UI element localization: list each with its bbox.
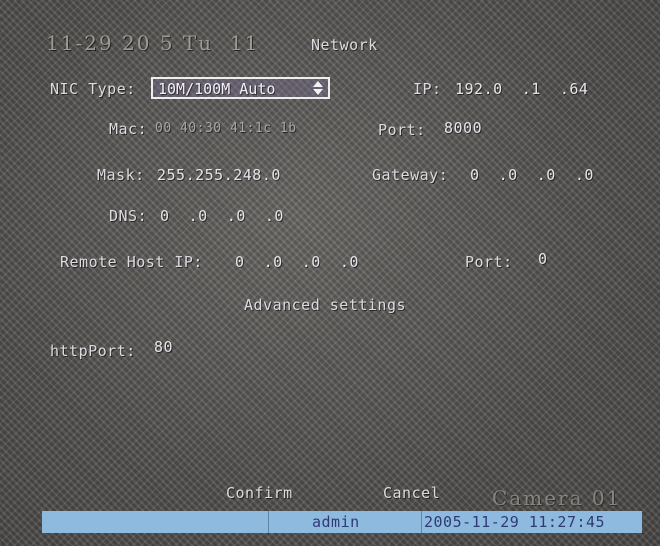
- remote-port-label: Port:: [465, 253, 513, 271]
- status-user: admin: [312, 513, 360, 531]
- dvr-screen: 11-29 20 5 Tu 11 Network NIC Type: 10M/1…: [0, 0, 660, 546]
- status-bar: admin 2005-11-29 11:27:45: [42, 511, 642, 533]
- confirm-button[interactable]: Confirm: [226, 484, 293, 502]
- datetime-overlay-ghost: 11-29 20 5 Tu 11: [46, 31, 260, 55]
- port-field[interactable]: 8000: [444, 119, 482, 137]
- remote-host-ip-label: Remote Host IP:: [60, 253, 203, 271]
- window-title: Network: [311, 36, 378, 54]
- gateway-field[interactable]: 0 .0 .0 .0: [470, 166, 594, 184]
- mac-value: 00 40:30 41:1c 1b: [155, 121, 297, 136]
- mac-label: Mac:: [109, 120, 148, 138]
- nic-type-select[interactable]: 10M/100M Auto: [151, 77, 330, 99]
- ip-label: IP:: [413, 80, 442, 98]
- ip-field[interactable]: 192.0 .1 .64: [455, 80, 588, 98]
- http-port-field[interactable]: 80: [154, 338, 173, 356]
- status-datetime: 2005-11-29 11:27:45: [424, 513, 606, 531]
- mask-field[interactable]: 255.255.248.0: [157, 166, 281, 184]
- gateway-label: Gateway:: [372, 166, 449, 184]
- status-bar-divider: [421, 511, 422, 533]
- remote-port-field[interactable]: 0: [538, 250, 548, 268]
- nic-type-label: NIC Type:: [50, 80, 136, 98]
- status-bar-divider: [268, 511, 269, 533]
- nic-type-value: 10M/100M Auto: [158, 80, 276, 98]
- camera-name-overlay-ghost: Camera 01: [492, 486, 622, 510]
- http-port-label: httpPort:: [50, 342, 136, 360]
- up-down-arrows-icon[interactable]: [312, 81, 324, 95]
- port-label: Port:: [378, 121, 426, 139]
- mask-label: Mask:: [97, 166, 145, 184]
- dns-label: DNS:: [109, 207, 148, 225]
- advanced-settings-link[interactable]: Advanced settings: [244, 296, 406, 314]
- remote-host-ip-field[interactable]: 0 .0 .0 .0: [235, 253, 359, 271]
- cancel-button[interactable]: Cancel: [383, 484, 440, 502]
- dns-field[interactable]: 0 .0 .0 .0: [160, 207, 284, 225]
